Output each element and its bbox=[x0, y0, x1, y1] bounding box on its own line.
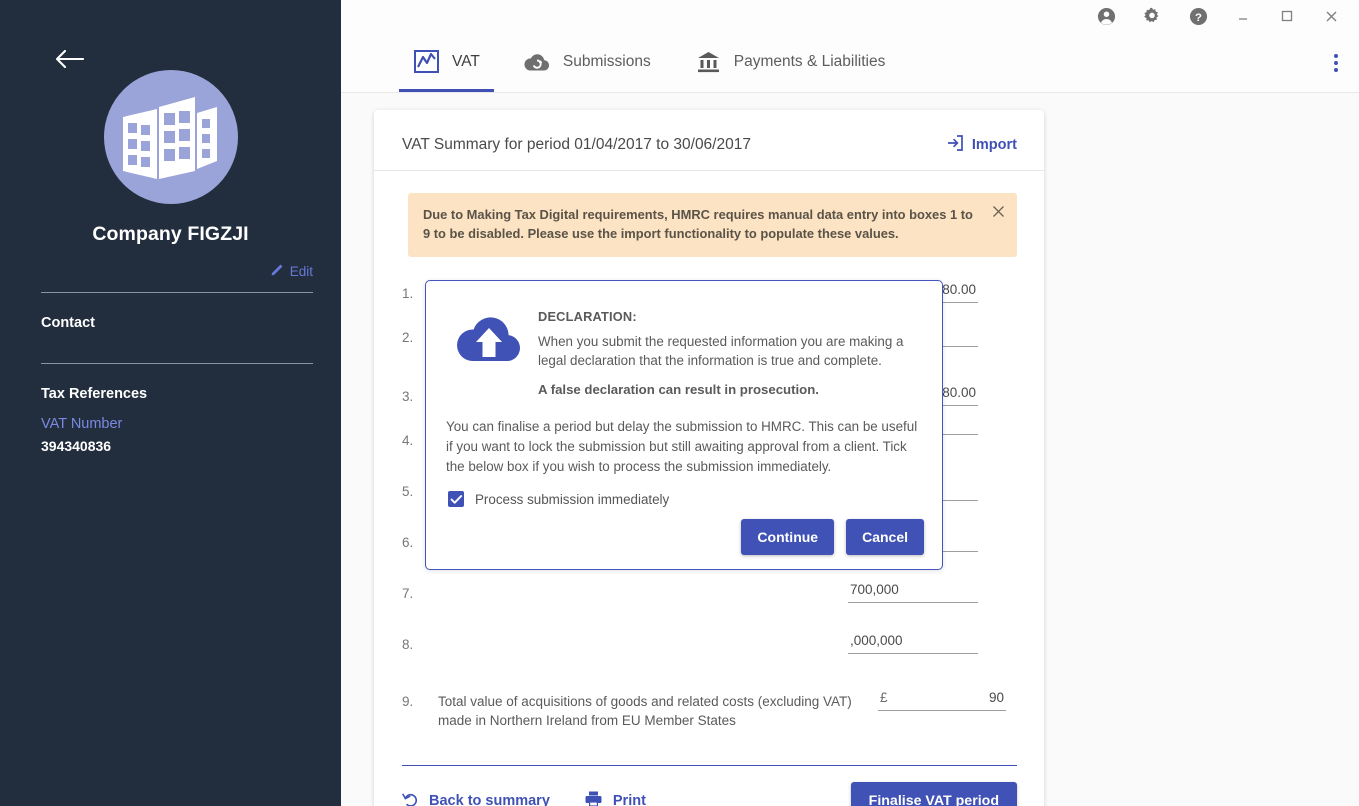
close-icon bbox=[1324, 9, 1339, 24]
sidebar-section-title: Contact bbox=[41, 315, 341, 331]
declaration-body: When you submit the requested informatio… bbox=[538, 332, 924, 371]
gear-icon bbox=[1143, 7, 1161, 25]
application-window: Company FIGZJI Edit Contact Tax Referenc… bbox=[0, 0, 1359, 806]
import-button[interactable]: Import bbox=[946, 134, 1017, 156]
maximize-button[interactable] bbox=[1265, 0, 1309, 32]
tab-submissions[interactable]: Submissions bbox=[502, 31, 673, 92]
help-icon: ? bbox=[1189, 7, 1208, 26]
import-label: Import bbox=[972, 137, 1017, 153]
row-label bbox=[438, 633, 848, 635]
declaration-dialog: DECLARATION: When you submit the request… bbox=[425, 280, 943, 570]
declaration-warning: A false declaration can result in prosec… bbox=[538, 382, 924, 397]
help-button[interactable]: ? bbox=[1175, 0, 1221, 32]
row-number: 7. bbox=[402, 582, 438, 601]
settings-button[interactable] bbox=[1129, 0, 1175, 32]
process-submission-checkbox[interactable]: Process submission immediately bbox=[448, 491, 924, 507]
main-content: ? bbox=[341, 0, 1359, 806]
banner-close-button[interactable] bbox=[989, 202, 1007, 220]
declaration-heading: DECLARATION: bbox=[538, 309, 924, 324]
svg-text:?: ? bbox=[1195, 11, 1202, 23]
finalise-vat-period-button[interactable]: Finalise VAT period bbox=[851, 782, 1017, 806]
warning-banner: Due to Making Tax Digital requirements, … bbox=[408, 193, 1017, 257]
row-value: ,000,000 bbox=[850, 633, 903, 648]
tax-references-section: Tax References VAT Number 394340836 bbox=[0, 364, 341, 454]
table-row: 7. 700,000 bbox=[402, 573, 1017, 624]
currency-symbol: £ bbox=[880, 690, 888, 705]
vat-box-7-input[interactable]: 700,000 bbox=[848, 582, 978, 603]
bank-icon bbox=[695, 48, 722, 75]
vat-box-8-input[interactable]: ,000,000 bbox=[848, 633, 978, 654]
continue-button[interactable]: Continue bbox=[741, 519, 834, 555]
banner-text: Due to Making Tax Digital requirements, … bbox=[423, 207, 973, 241]
checkbox-label: Process submission immediately bbox=[475, 492, 669, 507]
sidebar: Company FIGZJI Edit Contact Tax Referenc… bbox=[0, 0, 341, 806]
print-label: Print bbox=[613, 793, 646, 806]
kebab-menu-icon[interactable] bbox=[1321, 46, 1351, 80]
edit-button[interactable]: Edit bbox=[0, 262, 313, 281]
row-number: 9. bbox=[402, 690, 438, 709]
tax-references-title: Tax References bbox=[41, 386, 341, 402]
row-value: 90 bbox=[989, 690, 1004, 705]
cloud-upload-icon bbox=[444, 299, 538, 397]
building-icon bbox=[117, 87, 225, 188]
close-button[interactable] bbox=[1309, 0, 1353, 32]
arrow-left-icon bbox=[54, 48, 84, 70]
cancel-button[interactable]: Cancel bbox=[846, 519, 924, 555]
tab-label: VAT bbox=[452, 53, 480, 71]
maximize-icon bbox=[1280, 9, 1294, 23]
minimize-icon bbox=[1236, 10, 1250, 22]
undo-icon bbox=[402, 791, 419, 806]
edit-label: Edit bbox=[290, 264, 313, 279]
cloud-sync-icon bbox=[524, 48, 551, 75]
pencil-icon bbox=[271, 262, 285, 281]
vat-box-9-input[interactable]: £ 90 bbox=[878, 690, 1006, 711]
company-name: Company FIGZJI bbox=[0, 223, 341, 246]
tab-bar: VAT Submissions bbox=[341, 32, 1359, 93]
tab-vat[interactable]: VAT bbox=[391, 31, 502, 92]
dialog-actions: Continue Cancel bbox=[444, 519, 924, 555]
dialog-top: DECLARATION: When you submit the request… bbox=[444, 299, 924, 397]
row-value: 80.00 bbox=[942, 282, 976, 297]
card-footer: Back to summary Print Finalise VAT perio… bbox=[402, 765, 1017, 806]
page-title: VAT Summary for period 01/04/2017 to 30/… bbox=[402, 136, 751, 154]
row-number: 8. bbox=[402, 633, 438, 652]
account-button[interactable] bbox=[1083, 0, 1129, 32]
back-to-summary-button[interactable]: Back to summary bbox=[402, 791, 550, 806]
dialog-paragraph: You can finalise a period but delay the … bbox=[446, 417, 920, 476]
window-titlebar: ? bbox=[341, 0, 1359, 32]
card-header: VAT Summary for period 01/04/2017 to 30/… bbox=[374, 110, 1044, 171]
table-row: 8. ,000,000 bbox=[402, 624, 1017, 675]
company-avatar bbox=[104, 70, 238, 204]
import-icon bbox=[946, 134, 964, 156]
sidebar-item-contact[interactable]: Contact bbox=[0, 293, 341, 352]
minimize-button[interactable] bbox=[1221, 0, 1265, 32]
back-button[interactable] bbox=[52, 42, 86, 76]
printer-icon bbox=[584, 790, 603, 806]
print-button[interactable]: Print bbox=[584, 790, 646, 806]
tab-label: Payments & Liabilities bbox=[734, 53, 886, 71]
dialog-texts: DECLARATION: When you submit the request… bbox=[538, 299, 924, 397]
vat-number-value: 394340836 bbox=[41, 438, 341, 454]
table-row: 9. Total value of acquisitions of goods … bbox=[402, 675, 1017, 739]
tab-label: Submissions bbox=[563, 53, 651, 71]
vat-number-label: VAT Number bbox=[41, 416, 341, 432]
row-label: Total value of acquisitions of goods and… bbox=[438, 690, 878, 730]
back-to-summary-label: Back to summary bbox=[429, 793, 550, 806]
checkbox-checked-icon bbox=[448, 491, 464, 507]
chart-line-icon bbox=[413, 48, 440, 75]
row-value: 700,000 bbox=[850, 582, 899, 597]
row-value: 80.00 bbox=[942, 385, 976, 400]
row-label bbox=[438, 582, 848, 584]
tab-payments-liabilities[interactable]: Payments & Liabilities bbox=[673, 31, 908, 92]
account-icon bbox=[1097, 7, 1116, 26]
